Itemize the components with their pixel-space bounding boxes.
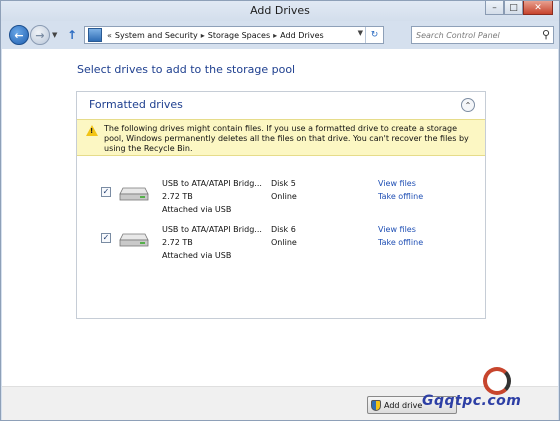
minimize-button[interactable]: – — [485, 1, 504, 15]
title-bar: Add Drives – □ ✕ — [1, 1, 559, 21]
breadcrumb-storage-spaces[interactable]: Storage Spaces — [208, 31, 270, 40]
view-files-link[interactable]: View files — [378, 225, 416, 234]
drive-size: 2.72 TB — [162, 192, 193, 201]
group-title: Formatted drives — [89, 98, 183, 111]
address-bar[interactable]: « System and Security ▸ Storage Spaces ▸… — [84, 26, 384, 44]
formatted-drives-group: Formatted drives ⌃ The following drives … — [76, 91, 486, 319]
refresh-icon[interactable]: ↻ — [365, 27, 383, 43]
warning-banner: The following drives might contain files… — [77, 119, 485, 156]
drive-checkbox[interactable]: ✓ — [101, 187, 111, 197]
drive-status: Online — [271, 238, 297, 247]
navigation-bar: ← → ▼ ↑ « System and Security ▸ Storage … — [1, 21, 559, 49]
search-placeholder: Search Control Panel — [416, 30, 500, 40]
page-title: Select drives to add to the storage pool — [77, 63, 296, 76]
watermark-text: Gqqtpc.com — [422, 393, 522, 409]
search-input[interactable]: Search Control Panel ⚲ — [411, 26, 554, 44]
drive-connection: Attached via USB — [162, 205, 232, 214]
window-title: Add Drives — [250, 4, 310, 17]
overflow-chevron-icon[interactable]: « — [107, 31, 112, 40]
view-files-link[interactable]: View files — [378, 179, 416, 188]
up-icon[interactable]: ↑ — [67, 28, 77, 42]
drive-row: ✓ USB to ATA/ATAPI Bridg... 2.72 TB Atta… — [77, 225, 485, 267]
drive-size: 2.72 TB — [162, 238, 193, 247]
add-drives-label: Add drive — [384, 400, 423, 410]
drive-name: USB to ATA/ATAPI Bridg... — [162, 179, 262, 188]
collapse-icon[interactable]: ⌃ — [461, 98, 475, 112]
warning-text: The following drives might contain files… — [104, 124, 469, 153]
maximize-button[interactable]: □ — [504, 1, 523, 15]
control-panel-icon — [88, 28, 102, 42]
breadcrumb-system-security[interactable]: System and Security — [115, 31, 198, 40]
address-dropdown-icon[interactable]: ▼ — [358, 29, 363, 37]
warning-icon — [86, 125, 98, 136]
main-content: Select drives to add to the storage pool… — [2, 49, 558, 386]
back-icon[interactable]: ← — [9, 25, 29, 45]
drive-name: USB to ATA/ATAPI Bridg... — [162, 225, 262, 234]
window-controls: – □ ✕ — [485, 1, 553, 15]
drive-checkbox[interactable]: ✓ — [101, 233, 111, 243]
take-offline-link[interactable]: Take offline — [378, 238, 423, 247]
search-icon[interactable]: ⚲ — [542, 28, 550, 41]
drive-icon — [119, 233, 149, 247]
drive-disk-number: Disk 6 — [271, 225, 296, 234]
breadcrumb-add-drives[interactable]: Add Drives — [280, 31, 324, 40]
add-drives-window: Add Drives – □ ✕ ← → ▼ ↑ « System and Se… — [0, 0, 560, 421]
drive-row: ✓ USB to ATA/ATAPI Bridg... 2.72 TB Atta… — [77, 179, 485, 221]
drive-disk-number: Disk 5 — [271, 179, 296, 188]
take-offline-link[interactable]: Take offline — [378, 192, 423, 201]
recent-pages-dropdown[interactable]: ▼ — [52, 31, 57, 39]
drive-status: Online — [271, 192, 297, 201]
drive-connection: Attached via USB — [162, 251, 232, 260]
breadcrumb-separator-icon[interactable]: ▸ — [201, 31, 205, 40]
breadcrumb-separator-icon[interactable]: ▸ — [273, 31, 277, 40]
watermark-logo — [483, 367, 511, 395]
drive-icon — [119, 187, 149, 201]
close-button[interactable]: ✕ — [523, 1, 553, 15]
forward-icon[interactable]: → — [30, 25, 50, 45]
shield-icon — [371, 399, 381, 411]
